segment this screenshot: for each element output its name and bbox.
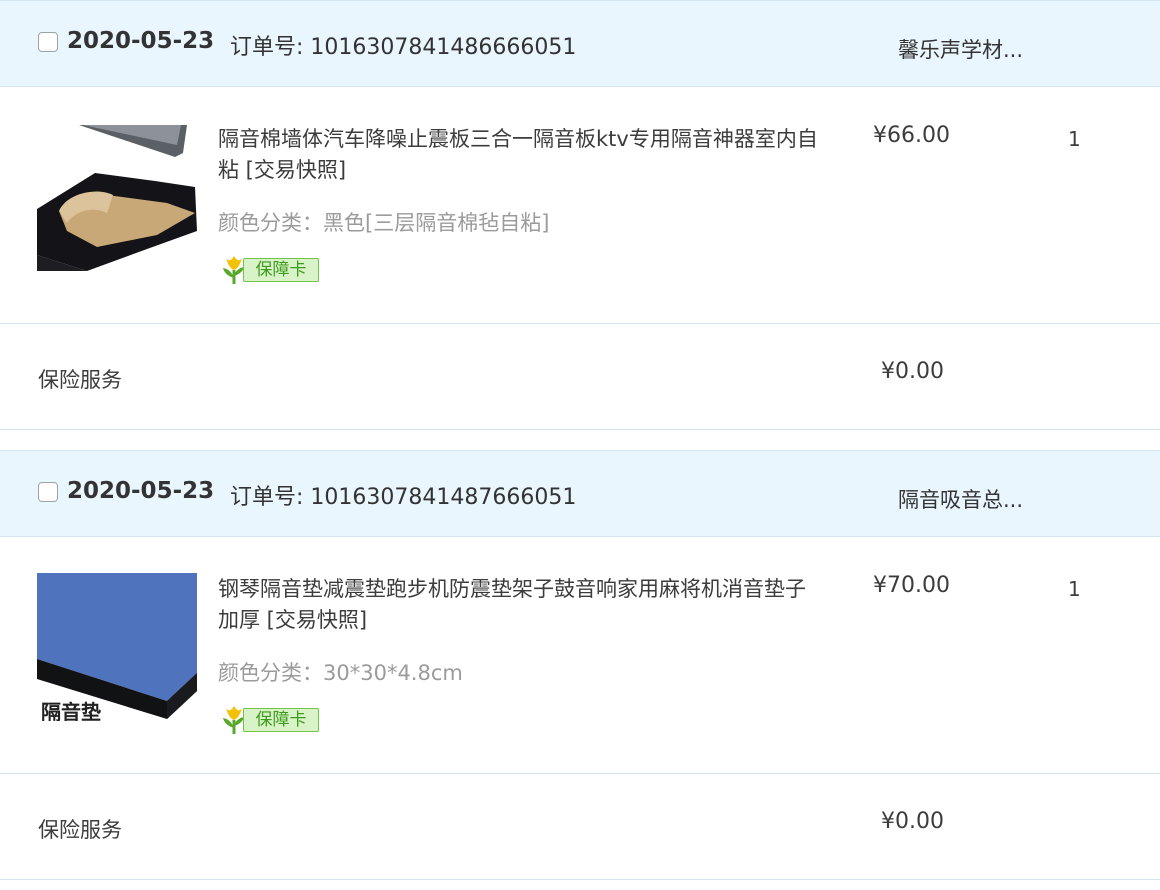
sku-option: 颜色分类：黑色[三层隔音棉毡自粘] — [218, 211, 550, 235]
insurance-service-label: 保险服务 — [38, 368, 122, 392]
insurance-service-label: 保险服务 — [38, 818, 122, 842]
guarantee-card-badge[interactable]: 保障卡 — [219, 254, 320, 285]
quantity: 1 — [1068, 577, 1081, 601]
guarantee-card-badge[interactable]: 保障卡 — [219, 704, 320, 735]
quantity: 1 — [1068, 127, 1081, 151]
product-thumbnail[interactable] — [37, 123, 197, 271]
blue-pad-image: 隔音垫 — [37, 573, 197, 721]
order-number: 订单号: 1016307841487666051 — [230, 485, 577, 510]
order-number: 订单号: 1016307841486666051 — [230, 35, 577, 60]
order-header: 2020-05-23 订单号: 1016307841486666051 馨乐声学… — [0, 1, 1160, 87]
guarantee-card-label: 保障卡 — [243, 708, 319, 732]
black-foam-sheet-image — [37, 123, 197, 271]
product-title-link[interactable]: 钢琴隔音垫减震垫跑步机防震垫架子鼓音响家用麻将机消音垫子加厚 [交易快照] — [218, 574, 818, 636]
order-header: 2020-05-23 订单号: 1016307841487666051 隔音吸音… — [0, 451, 1160, 537]
order-select-checkbox[interactable] — [38, 482, 58, 502]
product-title-link[interactable]: 隔音棉墙体汽车降噪止震板三合一隔音板ktv专用隔音神器室内自粘 [交易快照] — [218, 124, 818, 186]
order-card: 2020-05-23 订单号: 1016307841487666051 隔音吸音… — [0, 450, 1160, 880]
order-select-checkbox[interactable] — [38, 32, 58, 52]
divider — [0, 323, 1160, 324]
pad-label-text: 隔音垫 — [41, 700, 101, 721]
unit-price: ¥70.00 — [873, 573, 950, 598]
divider — [0, 773, 1160, 774]
insurance-service-price: ¥0.00 — [881, 359, 944, 384]
sku-option: 颜色分类：30*30*4.8cm — [218, 661, 463, 685]
unit-price: ¥66.00 — [873, 123, 950, 148]
order-date: 2020-05-23 — [67, 28, 215, 54]
product-thumbnail[interactable]: 隔音垫 — [37, 573, 197, 721]
guarantee-card-label: 保障卡 — [243, 258, 319, 282]
insurance-service-price: ¥0.00 — [881, 809, 944, 834]
shop-name-link[interactable]: 馨乐声学材... — [898, 34, 1023, 64]
shop-name-link[interactable]: 隔音吸音总... — [898, 484, 1023, 514]
order-card: 2020-05-23 订单号: 1016307841486666051 馨乐声学… — [0, 0, 1160, 430]
order-date: 2020-05-23 — [67, 478, 215, 504]
